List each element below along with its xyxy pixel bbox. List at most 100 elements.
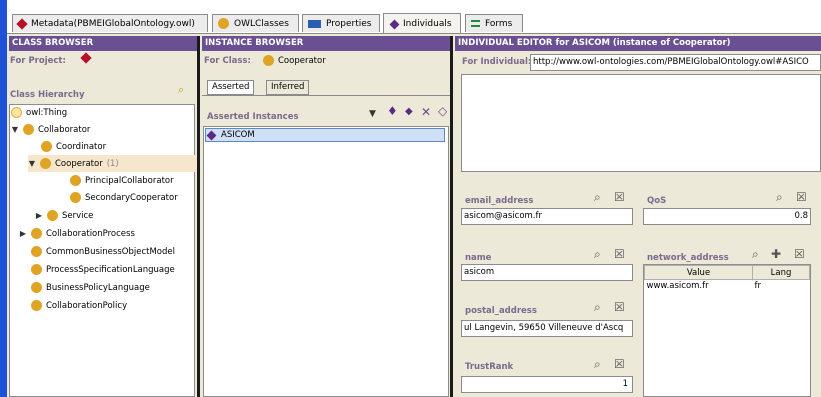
tree-item-collaborator[interactable]: ▼ Collaborator bbox=[11, 121, 193, 138]
tree-item-coordinator[interactable]: Coordinator bbox=[41, 138, 193, 155]
tree-item-owl-thing[interactable]: owl:Thing bbox=[11, 104, 193, 121]
search-icon[interactable]: ⌕ bbox=[594, 301, 601, 313]
remove-icon[interactable]: ☒ bbox=[796, 191, 807, 203]
table-row[interactable]: www.asicom.fr fr bbox=[645, 280, 810, 293]
for-class-value: Cooperator bbox=[278, 56, 326, 66]
remove-icon[interactable]: ☒ bbox=[794, 248, 805, 260]
instance-count: (1) bbox=[106, 158, 119, 169]
search-icon[interactable]: ⌕ bbox=[776, 191, 783, 203]
tab-bar: Metadata(PBMEIGlobalOntology.owl) OWLCla… bbox=[7, 0, 821, 34]
for-class-label: For Class: bbox=[204, 56, 251, 66]
qos-label: QoS bbox=[647, 196, 667, 206]
remove-icon[interactable]: ☒ bbox=[614, 248, 625, 260]
individual-diamond-icon bbox=[206, 130, 217, 140]
tab-inferred[interactable]: Inferred bbox=[266, 80, 310, 95]
dropdown-arrow-icon[interactable]: ▼ bbox=[369, 108, 376, 120]
tab-owlclasses-label: OWLClasses bbox=[234, 18, 289, 29]
email-address-input[interactable]: asicom@asicom.fr bbox=[461, 208, 633, 225]
network-lang-cell[interactable]: fr bbox=[753, 280, 810, 293]
tree-item-common-business-object-model[interactable]: CommonBusinessObjectModel bbox=[31, 243, 193, 260]
copy-instance-icon[interactable]: ◆ bbox=[405, 106, 413, 118]
edit-instance-icon[interactable]: ◇ bbox=[438, 105, 447, 117]
properties-rect-icon bbox=[308, 19, 321, 28]
class-circle-icon bbox=[31, 282, 42, 293]
tab-owlclasses[interactable]: OWLClasses bbox=[212, 14, 299, 32]
individual-editor-header: INDIVIDUAL EDITOR for ASICOM (instance o… bbox=[455, 36, 821, 51]
tree-item-label: Coordinator bbox=[56, 141, 107, 152]
tree-item-label: Cooperator bbox=[55, 158, 103, 169]
instance-item-asicom[interactable]: ASICOM bbox=[205, 128, 445, 142]
postal-address-label: postal_address bbox=[465, 306, 537, 316]
tree-item-principal-collaborator[interactable]: PrincipalCollaborator bbox=[70, 172, 193, 189]
class-circle-icon bbox=[31, 228, 42, 239]
tree-item-collaboration-process[interactable]: ▶ CollaborationProcess bbox=[19, 225, 193, 242]
remove-icon[interactable]: ☒ bbox=[614, 191, 625, 203]
search-icon[interactable]: ⌕ bbox=[594, 191, 601, 203]
tree-item-collaboration-policy[interactable]: CollaborationPolicy bbox=[31, 297, 193, 314]
class-circle-icon bbox=[70, 175, 81, 186]
expand-triangle-down-icon[interactable]: ▼ bbox=[11, 125, 19, 134]
class-circle-icon bbox=[40, 158, 51, 169]
add-icon[interactable]: ✚ bbox=[771, 248, 781, 260]
comment-area[interactable] bbox=[461, 74, 821, 172]
search-icon[interactable]: ⌕ bbox=[594, 248, 601, 260]
class-circle-icon bbox=[31, 300, 42, 311]
class-circle-icon bbox=[47, 210, 58, 221]
tab-properties-label: Properties bbox=[326, 18, 372, 29]
tree-item-label: SecondaryCooperator bbox=[85, 192, 178, 203]
class-circle-icon bbox=[41, 141, 52, 152]
tree-item-label: CommonBusinessObjectModel bbox=[46, 246, 175, 257]
tab-properties[interactable]: Properties bbox=[302, 14, 380, 32]
remove-icon[interactable]: ☒ bbox=[614, 301, 625, 313]
metadata-diamond-icon bbox=[16, 17, 28, 30]
tree-item-label: Service bbox=[62, 210, 94, 221]
instance-label: ASICOM bbox=[221, 130, 255, 140]
network-value-cell[interactable]: www.asicom.fr bbox=[645, 280, 753, 293]
for-project-label: For Project: bbox=[10, 56, 66, 66]
trustrank-label: TrustRank bbox=[465, 362, 514, 372]
network-address-label: network_address bbox=[647, 253, 729, 263]
search-class-icon[interactable]: ⌕ bbox=[178, 84, 184, 96]
tab-asserted[interactable]: Asserted bbox=[207, 80, 255, 95]
expand-triangle-down-icon[interactable]: ▼ bbox=[28, 159, 36, 168]
tree-item-process-specification-language[interactable]: ProcessSpecificationLanguage bbox=[31, 261, 193, 278]
splitter-left[interactable] bbox=[197, 36, 200, 397]
for-individual-label: For Individual: bbox=[462, 57, 532, 67]
tab-individuals[interactable]: Individuals bbox=[383, 13, 461, 34]
asserted-instances-label: Asserted Instances bbox=[207, 112, 299, 122]
column-header-lang[interactable]: Lang bbox=[752, 265, 810, 280]
column-header-value[interactable]: Value bbox=[644, 265, 753, 280]
tree-item-secondary-cooperator[interactable]: SecondaryCooperator bbox=[70, 189, 193, 206]
class-circle-icon bbox=[70, 192, 81, 203]
expand-triangle-right-icon[interactable]: ▶ bbox=[35, 211, 43, 220]
search-icon[interactable]: ⌕ bbox=[594, 358, 601, 370]
tab-metadata[interactable]: Metadata(PBMEIGlobalOntology.owl) bbox=[12, 14, 208, 32]
individual-uri-field[interactable]: http://www.owl-ontologies.com/PBMEIGloba… bbox=[530, 54, 821, 71]
subtab-divider bbox=[202, 95, 450, 96]
name-input[interactable]: asicom bbox=[461, 264, 633, 281]
expand-triangle-right-icon[interactable]: ▶ bbox=[19, 229, 27, 238]
create-instance-icon[interactable]: ♦ bbox=[387, 105, 398, 117]
forms-icon bbox=[471, 20, 480, 27]
qos-input[interactable]: 0.8 bbox=[643, 208, 811, 225]
tree-item-service[interactable]: ▶ Service bbox=[35, 207, 193, 224]
tab-forms[interactable]: Forms bbox=[465, 14, 523, 32]
network-address-grid: Value Lang www.asicom.fr fr bbox=[644, 265, 810, 293]
tab-forms-label: Forms bbox=[485, 18, 513, 29]
splitter-right[interactable] bbox=[450, 36, 453, 397]
class-circle-icon bbox=[218, 18, 229, 29]
email-address-label: email_address bbox=[465, 196, 534, 206]
tree-item-cooperator[interactable]: ▼ Cooperator (1) bbox=[28, 155, 195, 172]
remove-icon[interactable]: ☒ bbox=[614, 358, 625, 370]
tree-item-label: CollaborationPolicy bbox=[46, 300, 128, 311]
tree-item-label: Collaborator bbox=[38, 124, 91, 135]
class-circle-icon bbox=[263, 55, 274, 66]
delete-instance-icon[interactable]: ✕ bbox=[421, 106, 431, 118]
individuals-diamond-icon bbox=[389, 19, 400, 29]
postal-address-input[interactable]: ul Langevin, 59650 Villeneuve d'Ascq bbox=[461, 320, 633, 337]
tree-item-business-policy-language[interactable]: BusinessPolicyLanguage bbox=[31, 279, 193, 296]
instance-list bbox=[203, 126, 449, 397]
search-icon[interactable]: ⌕ bbox=[752, 248, 759, 260]
tree-item-label: PrincipalCollaborator bbox=[85, 175, 174, 186]
trustrank-input[interactable]: 1 bbox=[461, 376, 633, 393]
